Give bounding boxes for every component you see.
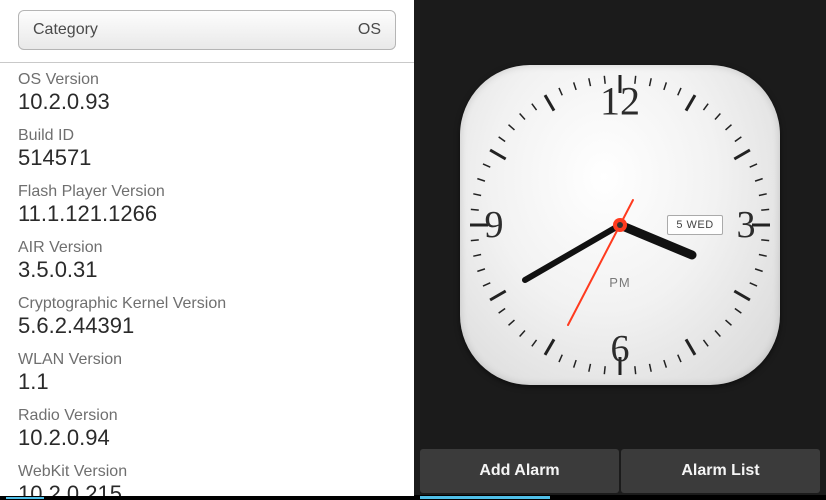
info-item-air-version: AIR Version 3.5.0.31 — [18, 239, 396, 283]
info-item-wlan: WLAN Version 1.1 — [18, 351, 396, 395]
analog-clock: 12 3 6 9 5 WED PM — [460, 65, 780, 385]
info-item-webkit: WebKit Version 10.2.0.215 — [18, 463, 396, 496]
info-value: 5.6.2.44391 — [18, 313, 396, 339]
ampm-label: PM — [609, 275, 631, 290]
info-label: WLAN Version — [18, 351, 396, 369]
info-label: Radio Version — [18, 407, 396, 425]
about-os-pane: Category OS OS Version 10.2.0.93 Build I… — [0, 0, 414, 500]
info-value: 11.1.121.1266 — [18, 201, 396, 227]
info-item-radio: Radio Version 10.2.0.94 — [18, 407, 396, 451]
category-value: OS — [358, 21, 381, 39]
clock-area: 12 3 6 9 5 WED PM — [414, 0, 826, 449]
info-label: AIR Version — [18, 239, 396, 257]
info-list: OS Version 10.2.0.93 Build ID 514571 Fla… — [0, 71, 414, 496]
numeral-9: 9 — [485, 203, 504, 247]
info-value: 514571 — [18, 145, 396, 171]
info-value: 10.2.0.93 — [18, 89, 396, 115]
clock-button-row: Add Alarm Alarm List — [414, 449, 826, 495]
info-label: Flash Player Version — [18, 183, 396, 201]
info-item-flash-version: Flash Player Version 11.1.121.1266 — [18, 183, 396, 227]
alarm-list-button[interactable]: Alarm List — [621, 449, 820, 493]
info-label: Cryptographic Kernel Version — [18, 295, 396, 313]
numeral-6: 6 — [611, 327, 630, 371]
nav-indicator — [0, 496, 414, 500]
info-item-build-id: Build ID 514571 — [18, 127, 396, 171]
category-dropdown[interactable]: Category OS — [18, 10, 396, 50]
divider — [0, 62, 414, 63]
info-value: 3.5.0.31 — [18, 257, 396, 283]
info-label: WebKit Version — [18, 463, 396, 481]
info-item-os-version: OS Version 10.2.0.93 — [18, 71, 396, 115]
info-value: 1.1 — [18, 369, 396, 395]
info-item-crypto-kernel: Cryptographic Kernel Version 5.6.2.44391 — [18, 295, 396, 339]
info-label: Build ID — [18, 127, 396, 145]
numeral-3: 3 — [737, 203, 756, 247]
info-value: 10.2.0.94 — [18, 425, 396, 451]
nav-indicator — [414, 495, 826, 500]
date-window: 5 WED — [667, 215, 723, 235]
category-label: Category — [33, 21, 98, 39]
clock-center-dot — [617, 222, 623, 228]
add-alarm-button[interactable]: Add Alarm — [420, 449, 619, 493]
numeral-12: 12 — [600, 77, 640, 124]
info-label: OS Version — [18, 71, 396, 89]
info-value: 10.2.0.215 — [18, 481, 396, 496]
clock-app-pane: 12 3 6 9 5 WED PM Add Alarm Alarm List — [414, 0, 826, 500]
